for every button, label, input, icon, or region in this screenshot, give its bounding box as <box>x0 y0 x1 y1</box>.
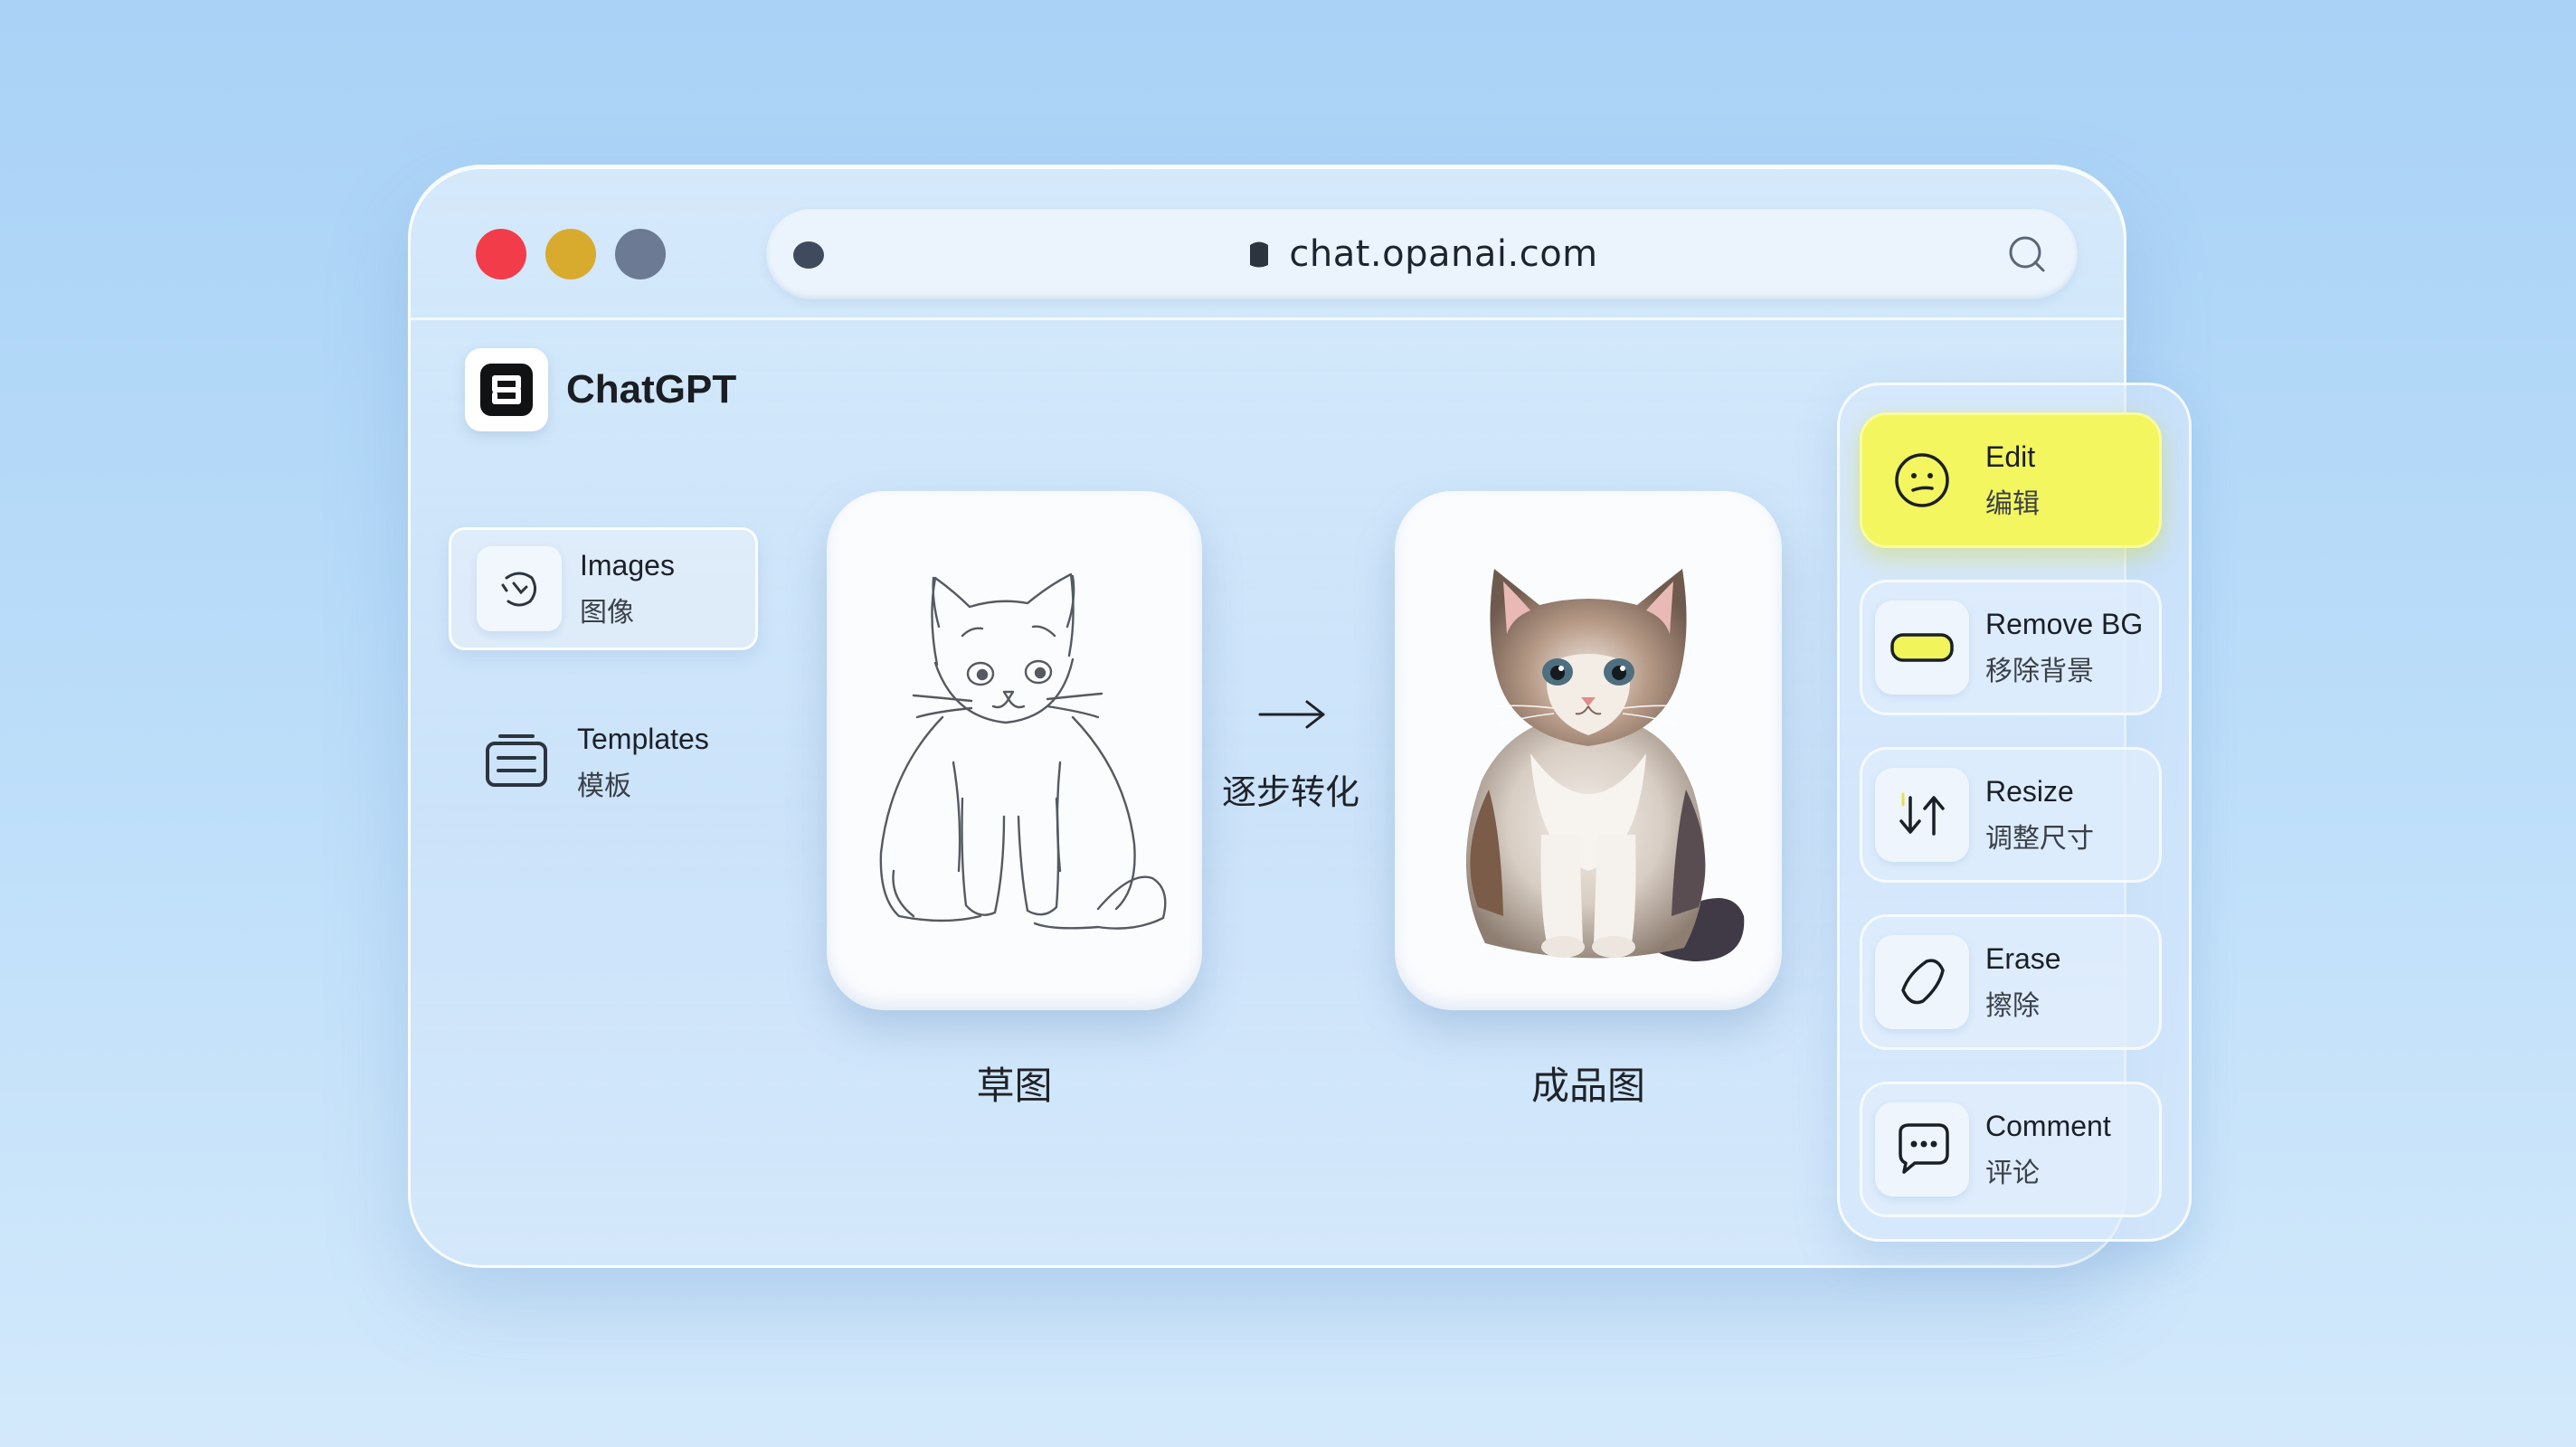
tool-label-zh: 擦除 <box>1985 989 2040 1022</box>
tool-remove-bg[interactable]: Remove BG 移除背景 <box>1860 580 2162 715</box>
tool-label: Comment <box>1985 1109 2111 1142</box>
comment-icon <box>1875 1102 1969 1196</box>
sketch-caption: 草图 <box>976 1064 1053 1108</box>
tool-resize[interactable]: Resize 调整尺寸 <box>1860 747 2162 883</box>
brand-name: ChatGPT <box>566 367 737 411</box>
minimize-window-button[interactable] <box>545 229 596 279</box>
tool-label: Erase <box>1985 941 2061 975</box>
tool-edit[interactable]: Edit 编辑 <box>1860 412 2162 548</box>
cat-sketch-image <box>879 572 1167 930</box>
tool-label: Edit <box>1985 440 2036 473</box>
face-icon <box>1875 433 1969 527</box>
url-text: chat.opanai.com <box>1289 233 1598 275</box>
sidebar-item-templates[interactable]: Templates 模板 <box>449 701 758 824</box>
chatgpt-logo-icon <box>465 348 548 431</box>
tool-label: Resize <box>1985 774 2074 808</box>
transition-label: 逐步转化 <box>1222 772 1360 812</box>
sidebar-item-images[interactable]: Images 图像 <box>449 527 758 650</box>
eraser-icon <box>1875 935 1969 1029</box>
tool-label-zh: 调整尺寸 <box>1985 822 2094 855</box>
tool-label: Remove BG <box>1985 607 2144 640</box>
sidebar-item-label: Templates <box>577 722 709 755</box>
address-bar[interactable]: chat.opanai.com <box>766 209 2078 299</box>
resize-arrows-icon <box>1875 768 1969 862</box>
image-icon <box>477 546 562 631</box>
tool-erase[interactable]: Erase 擦除 <box>1860 914 2162 1050</box>
pill-icon <box>1875 601 1969 695</box>
tool-label-zh: 评论 <box>1985 1157 2040 1189</box>
sidebar-item-label-zh: 图像 <box>580 596 634 629</box>
close-window-button[interactable] <box>476 229 526 279</box>
tool-label-zh: 移除背景 <box>1985 655 2094 687</box>
template-icon <box>474 720 559 805</box>
tool-comment[interactable]: Comment 评论 <box>1860 1082 2162 1217</box>
sidebar-item-label-zh: 模板 <box>577 770 631 802</box>
maximize-window-button[interactable] <box>615 229 666 279</box>
search-icon[interactable] <box>2003 232 2050 279</box>
tool-label-zh: 编辑 <box>1985 487 2040 520</box>
cat-photo-image <box>1465 569 1745 961</box>
sidebar-item-label: Images <box>580 548 675 582</box>
lock-icon <box>1250 241 1269 268</box>
final-caption: 成品图 <box>1530 1064 1645 1108</box>
sketch-image-card[interactable] <box>827 491 1202 1010</box>
brand: ChatGPT <box>465 348 736 431</box>
final-image-card[interactable] <box>1395 491 1782 1010</box>
tools-panel: Edit 编辑 Remove BG 移除背景 Resize 调整尺寸 Erase… <box>1837 383 2192 1242</box>
titlebar-divider <box>411 317 2124 320</box>
arrow-right-icon <box>1258 700 1325 729</box>
